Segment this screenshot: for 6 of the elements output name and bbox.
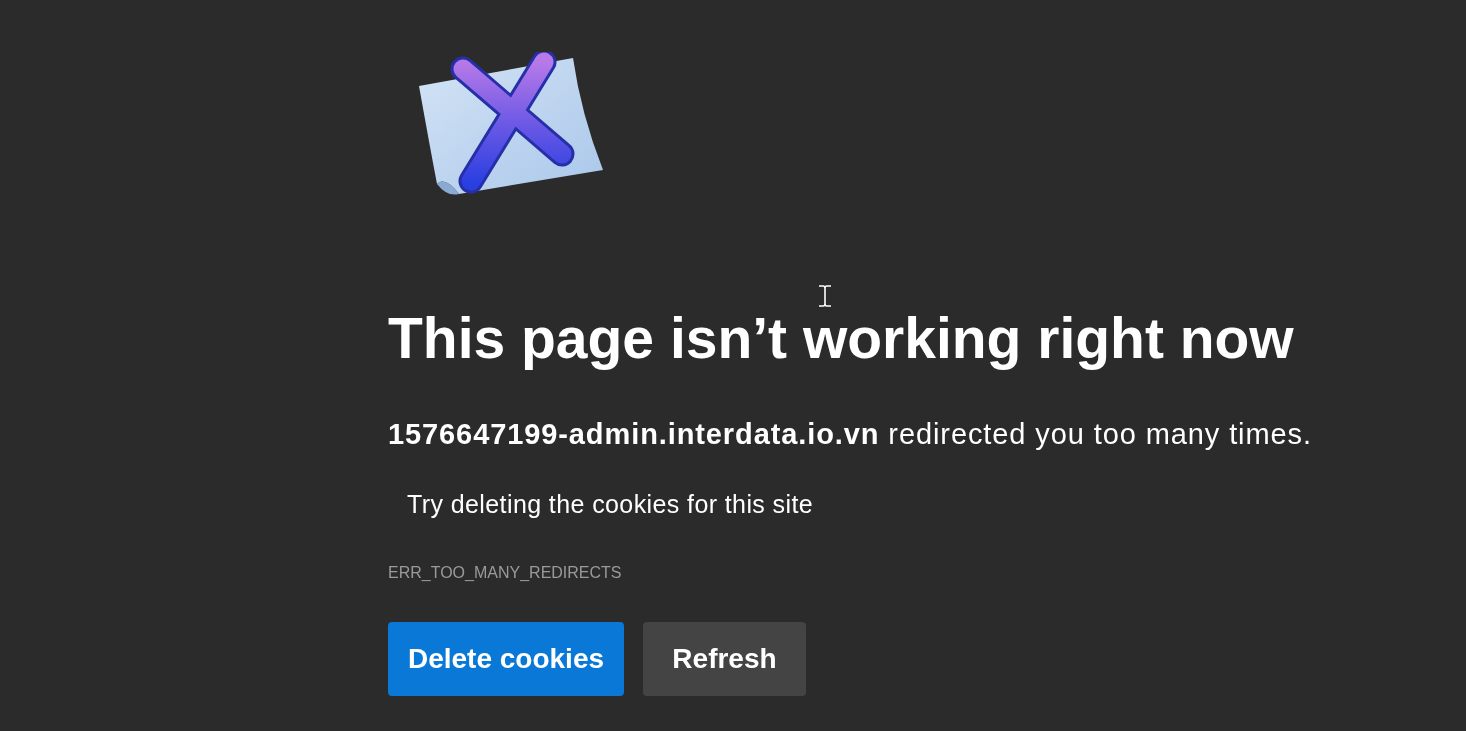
refresh-button[interactable]: Refresh [643, 622, 806, 696]
delete-cookies-button[interactable]: Delete cookies [388, 622, 624, 696]
error-code: ERR_TOO_MANY_REDIRECTS [388, 563, 622, 583]
text-cursor-icon [818, 285, 832, 307]
error-message: 1576647199-admin.interdata.io.vn redirected you too many times. [388, 417, 1312, 452]
suggestion-text: Try deleting the cookies for this site [407, 489, 814, 519]
